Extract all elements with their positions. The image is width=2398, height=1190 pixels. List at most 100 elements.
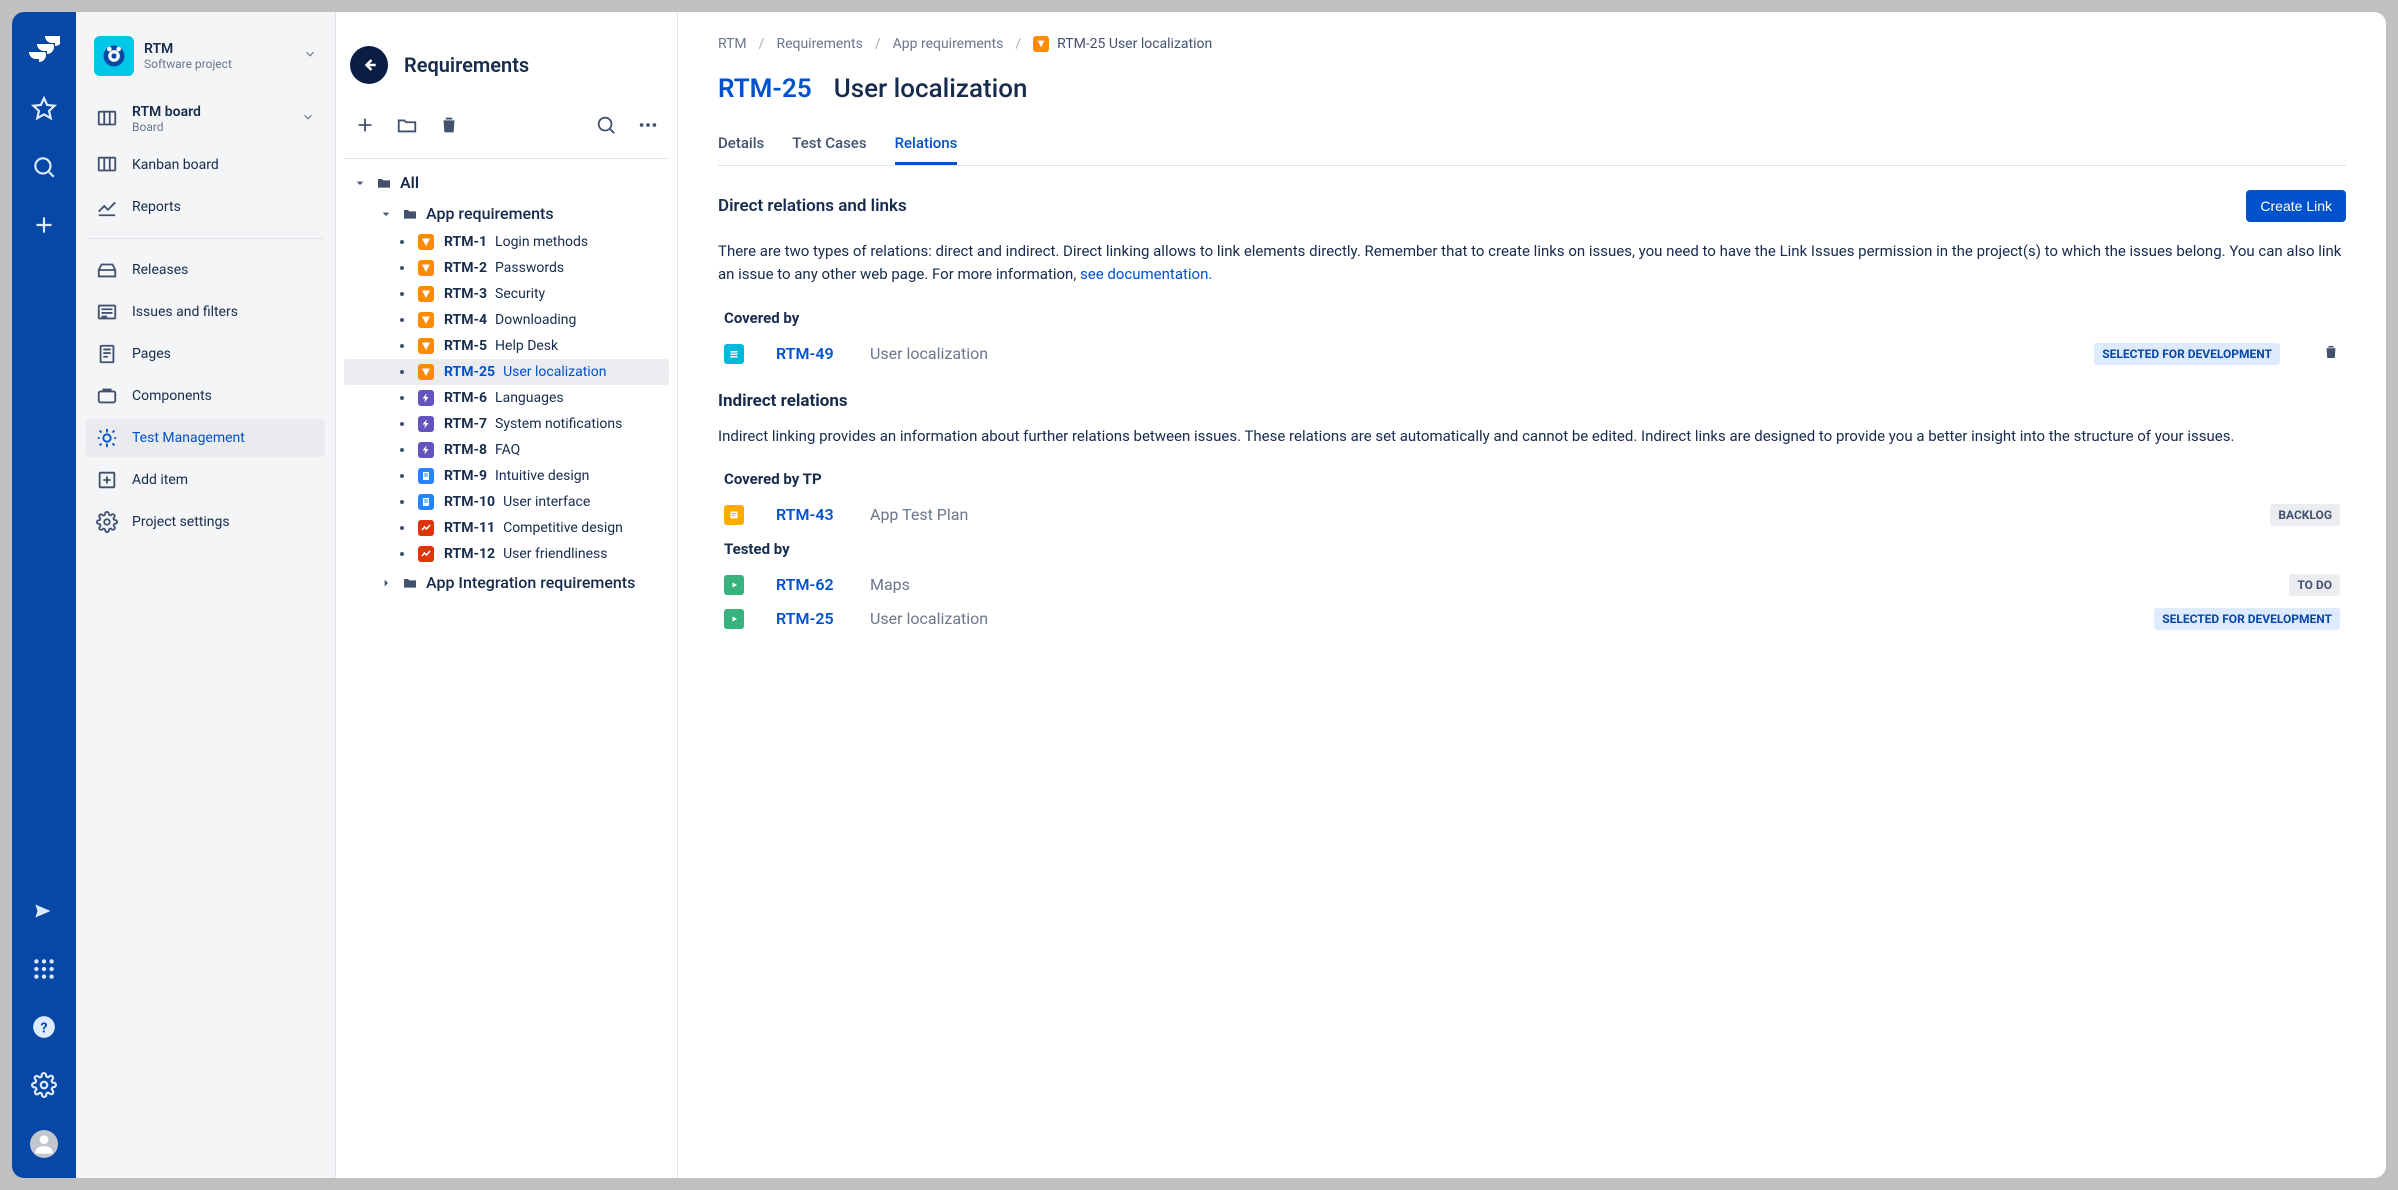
tree-folder-app-integration[interactable]: App Integration requirements	[344, 567, 669, 598]
orange-req-icon	[418, 364, 434, 380]
requirements-tree-panel: Requirements All App requirements RTM-1L…	[336, 12, 678, 1178]
tree-item-rtm-9[interactable]: RTM-9Intuitive design	[344, 463, 669, 489]
relation-row-rtm-49: RTM-49 User localization SELECTED FOR DE…	[718, 337, 2346, 371]
apps-icon[interactable]	[31, 956, 57, 986]
sidebar-item-components[interactable]: Components	[86, 377, 325, 415]
tree-item-rtm-5[interactable]: RTM-5Help Desk	[344, 333, 669, 359]
help-icon[interactable]: ?	[31, 1014, 57, 1044]
green-exec-icon	[724, 575, 744, 595]
relation-row-rtm-62: RTM-62 Maps TO DO	[718, 568, 2346, 602]
tree-item-rtm-12[interactable]: RTM-12User friendliness	[344, 541, 669, 567]
jira-logo-icon[interactable]	[28, 32, 60, 68]
documentation-link[interactable]: see documentation.	[1080, 265, 1212, 283]
relation-key[interactable]: RTM-49	[776, 344, 846, 363]
tree-item-rtm-11[interactable]: RTM-11Competitive design	[344, 515, 669, 541]
purple-bolt-icon	[418, 442, 434, 458]
status-lozenge: SELECTED FOR DEVELOPMENT	[2094, 343, 2280, 365]
tree-item-rtm-6[interactable]: RTM-6Languages	[344, 385, 669, 411]
tree-folder-app-requirements[interactable]: App requirements	[344, 198, 669, 229]
tab-details[interactable]: Details	[718, 128, 764, 165]
requirement-icon	[1033, 36, 1049, 52]
tree-item-rtm-7[interactable]: RTM-7System notifications	[344, 411, 669, 437]
sidebar-item-add[interactable]: Add item	[86, 461, 325, 499]
status-lozenge: BACKLOG	[2270, 504, 2340, 526]
orange-req-icon	[418, 286, 434, 302]
status-lozenge: SELECTED FOR DEVELOPMENT	[2154, 608, 2340, 630]
status-lozenge: TO DO	[2289, 574, 2340, 596]
svg-text:?: ?	[40, 1020, 47, 1036]
tree-item-rtm-2[interactable]: RTM-2Passwords	[344, 255, 669, 281]
covered-by-group: Covered by RTM-49 User localization SELE…	[718, 309, 2346, 371]
crumb-folder[interactable]: App requirements	[893, 36, 1004, 52]
relation-text: User localization	[870, 344, 2070, 363]
star-icon[interactable]	[31, 96, 57, 126]
project-type: Software project	[144, 57, 232, 71]
red-chart-icon	[418, 546, 434, 562]
tree-item-rtm-10[interactable]: RTM-10User interface	[344, 489, 669, 515]
sidebar-item-releases[interactable]: Releases	[86, 251, 325, 289]
orange-req-icon	[418, 312, 434, 328]
relation-text: User localization	[870, 609, 2130, 628]
blue-doc-icon	[418, 494, 434, 510]
folder-icon[interactable]	[396, 114, 418, 140]
settings-icon[interactable]	[31, 1072, 57, 1102]
tabs: Details Test Cases Relations	[718, 128, 2346, 166]
relation-key[interactable]: RTM-62	[776, 575, 846, 594]
chevron-down-icon[interactable]	[301, 110, 315, 128]
sidebar-item-project-settings[interactable]: Project settings	[86, 503, 325, 541]
kanban-label: Kanban board	[132, 157, 219, 173]
indirect-relations-desc: Indirect linking provides an information…	[718, 425, 2346, 448]
create-link-button[interactable]: Create Link	[2246, 190, 2346, 222]
sidebar-item-reports[interactable]: Reports	[86, 188, 325, 226]
crumb-issue[interactable]: RTM-25 User localization	[1057, 36, 1212, 52]
project-header[interactable]: RTM Software project	[86, 32, 325, 92]
relation-key[interactable]: RTM-43	[776, 505, 846, 524]
back-button[interactable]	[350, 46, 388, 84]
search-icon[interactable]	[595, 114, 617, 140]
tree-item-rtm-1[interactable]: RTM-1Login methods	[344, 229, 669, 255]
issue-content: RTM / Requirements / App requirements / …	[678, 12, 2386, 1178]
tree-root-all[interactable]: All	[344, 167, 669, 198]
tree-item-rtm-8[interactable]: RTM-8FAQ	[344, 437, 669, 463]
delete-icon[interactable]	[2322, 343, 2340, 365]
search-icon[interactable]	[31, 154, 57, 184]
issue-key[interactable]: RTM-25	[718, 74, 812, 104]
sidebar-item-board[interactable]: RTM board Board	[86, 96, 325, 142]
tab-test-cases[interactable]: Test Cases	[792, 128, 866, 165]
blue-doc-icon	[418, 468, 434, 484]
indirect-relations-heading: Indirect relations	[718, 391, 2346, 411]
sidebar-item-pages[interactable]: Pages	[86, 335, 325, 373]
sidebar-item-issues[interactable]: Issues and filters	[86, 293, 325, 331]
user-avatar[interactable]	[30, 1130, 58, 1158]
reports-label: Reports	[132, 199, 181, 215]
relation-row-rtm-43: RTM-43 App Test Plan BACKLOG	[718, 498, 2346, 532]
project-avatar	[94, 36, 134, 76]
relation-text: Maps	[870, 575, 2265, 594]
relation-row-rtm-25: RTM-25 User localization SELECTED FOR DE…	[718, 602, 2346, 636]
red-chart-icon	[418, 520, 434, 536]
create-icon[interactable]	[31, 212, 57, 242]
chevron-down-icon[interactable]	[303, 47, 317, 65]
purple-bolt-icon	[418, 416, 434, 432]
crumb-requirements[interactable]: Requirements	[776, 36, 862, 52]
tab-relations[interactable]: Relations	[895, 128, 958, 165]
crumb-project[interactable]: RTM	[718, 36, 747, 52]
project-name: RTM	[144, 41, 232, 57]
orange-req-icon	[418, 338, 434, 354]
more-icon[interactable]	[637, 114, 659, 140]
sidebar-item-test-management[interactable]: Test Management	[86, 419, 325, 457]
board-sub: Board	[132, 120, 201, 134]
add-icon[interactable]	[354, 114, 376, 140]
tree-item-rtm-4[interactable]: RTM-4Downloading	[344, 307, 669, 333]
delete-icon[interactable]	[438, 114, 460, 140]
orange-req-icon	[418, 234, 434, 250]
relation-text: App Test Plan	[870, 505, 2246, 524]
tree-toolbar	[344, 114, 669, 159]
relation-key[interactable]: RTM-25	[776, 609, 846, 628]
panel-title: Requirements	[404, 53, 529, 77]
sidebar-item-kanban[interactable]: Kanban board	[86, 146, 325, 184]
tree-item-rtm-25[interactable]: RTM-25User localization	[344, 359, 669, 385]
breadcrumb: RTM / Requirements / App requirements / …	[718, 36, 2346, 52]
tree-item-rtm-3[interactable]: RTM-3Security	[344, 281, 669, 307]
notifications-icon[interactable]	[31, 898, 57, 928]
